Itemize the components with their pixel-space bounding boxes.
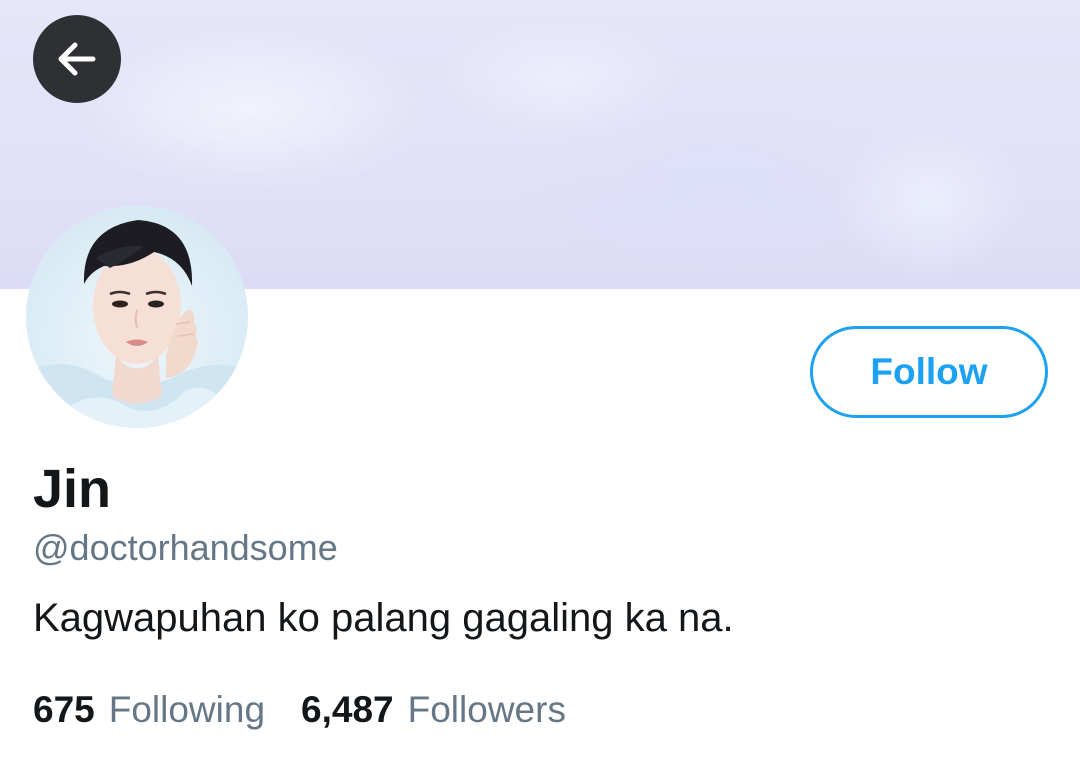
following-link[interactable]: 675 Following	[33, 688, 265, 732]
followers-link[interactable]: 6,487 Followers	[301, 688, 566, 732]
followers-count: 6,487	[301, 689, 394, 730]
followers-label: Followers	[407, 689, 566, 730]
following-count: 675	[33, 689, 95, 730]
profile-bio: Kagwapuhan ko palang gagaling ka na.	[33, 596, 734, 640]
back-button[interactable]	[33, 15, 121, 103]
profile-stats: 675 Following 6,487 Followers	[33, 688, 566, 732]
following-label: Following	[108, 689, 266, 730]
arrow-left-icon	[53, 35, 101, 83]
profile-handle: @doctorhandsome	[33, 527, 338, 568]
profile-page: Follow Jin @doctorhandsome Kagwapuhan ko…	[0, 0, 1080, 769]
follow-button[interactable]: Follow	[810, 326, 1048, 418]
display-name: Jin	[33, 459, 112, 519]
avatar[interactable]	[26, 206, 248, 428]
